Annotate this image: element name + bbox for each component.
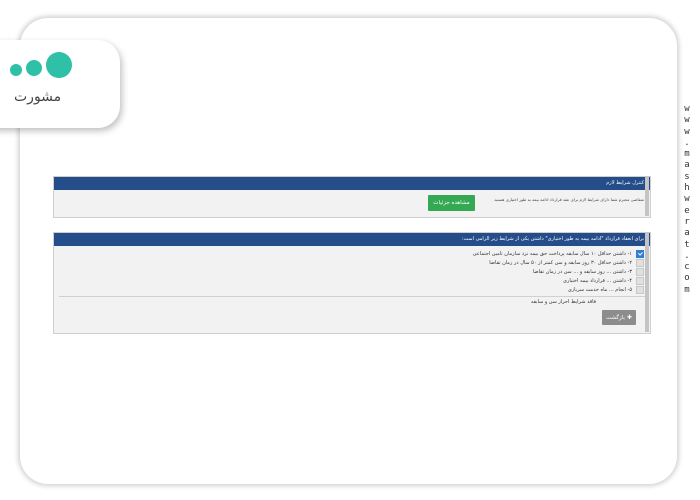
condition-item: ۳- داشتن ... روز سابقه و ... سن در زمان … — [394, 268, 644, 276]
condition-checkbox[interactable] — [636, 286, 644, 294]
requirements-panel-header: کنترل شرایط لازم — [54, 177, 650, 190]
divider — [59, 296, 645, 297]
side-url-watermark: www.mashwerat.com — [684, 104, 690, 295]
back-button-label: بازگشت — [606, 314, 625, 321]
condition-item: ۵- انجام ... ماه خدمت سربازی — [394, 286, 644, 294]
condition-text: ۱- داشتن حداقل ۱۰ سال سابقه پرداخت حق بی… — [472, 251, 632, 257]
back-button[interactable]: ✚ بازگشت — [602, 310, 636, 325]
conditions-panel-header: برای انعقاد قرارداد "ادامه بیمه به طور ا… — [54, 233, 650, 246]
condition-text: ۵- انجام ... ماه خدمت سربازی — [567, 287, 632, 293]
condition-checkbox[interactable] — [636, 277, 644, 285]
requirements-panel: کنترل شرایط لازم متقاضی محترم شما دارای … — [53, 176, 651, 218]
logo-badge: مشورت — [0, 40, 120, 128]
condition-text: ۲- داشتن حداقل ۳۰ روز سابقه و سن کمتر از… — [489, 260, 632, 266]
logo-dot-small — [10, 64, 22, 76]
view-details-button[interactable]: مشاهده جزئیات — [428, 195, 475, 211]
condition-text: ۳- داشتن ... روز سابقه و ... سن در زمان … — [532, 269, 632, 275]
condition-item: ۱- داشتن حداقل ۱۰ سال سابقه پرداخت حق بی… — [394, 250, 644, 258]
condition-checkbox[interactable] — [636, 250, 644, 258]
scrollbar-conditions[interactable] — [645, 232, 649, 332]
logo-dot-medium — [26, 60, 42, 76]
condition-item: ۴- داشتن ... قرارداد بیمه اختیاری — [394, 277, 644, 285]
conditions-panel: برای انعقاد قرارداد "ادامه بیمه به طور ا… — [53, 232, 651, 334]
condition-item: ۲- داشتن حداقل ۳۰ روز سابقه و سن کمتر از… — [394, 259, 644, 267]
logo-dot-large — [46, 52, 72, 78]
ineligibility-note: فاقد شرایط احراز سن و سابقه — [530, 299, 596, 305]
condition-text: ۴- داشتن ... قرارداد بیمه اختیاری — [563, 278, 632, 284]
eligibility-message: متقاضی محترم شما دارای شرایط لازم برای ع… — [494, 197, 644, 202]
plus-icon: ✚ — [626, 314, 632, 321]
condition-checkbox[interactable] — [636, 259, 644, 267]
logo-text: مشورت — [14, 89, 62, 105]
conditions-list: ۱- داشتن حداقل ۱۰ سال سابقه پرداخت حق بی… — [394, 250, 644, 295]
condition-checkbox[interactable] — [636, 268, 644, 276]
scrollbar-requirements[interactable] — [645, 176, 649, 216]
